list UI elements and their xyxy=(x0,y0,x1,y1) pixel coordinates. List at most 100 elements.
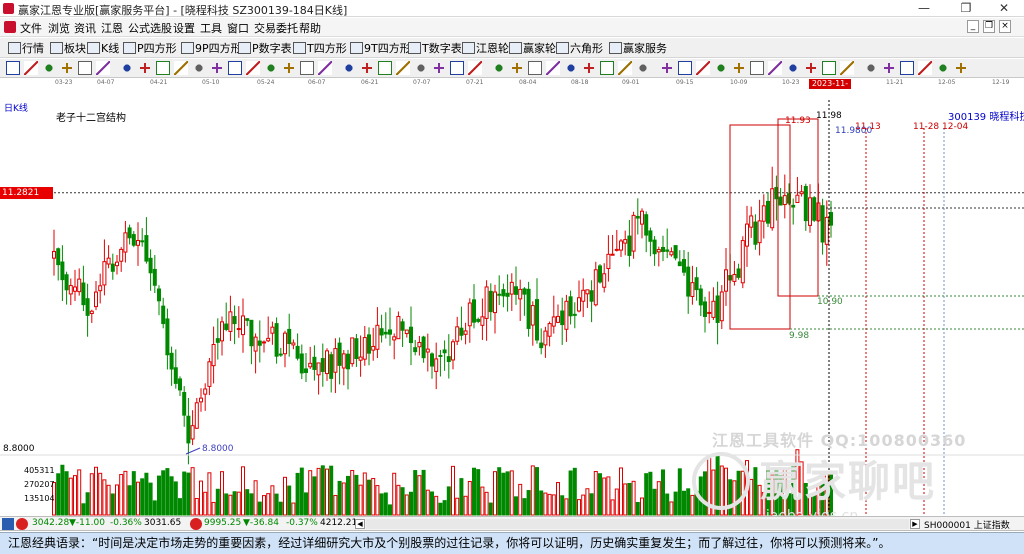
drawing-tool-icon[interactable] xyxy=(900,61,914,75)
drawing-tool-icon[interactable] xyxy=(342,61,356,75)
sh-index-pct: -0.36% xyxy=(110,518,142,528)
drawing-tool-icon[interactable] xyxy=(954,61,968,75)
maximize-button[interactable]: ❐ xyxy=(946,0,986,17)
volume-bar xyxy=(539,490,544,516)
period-tag[interactable]: 日K线 xyxy=(4,101,28,114)
drawing-tool-icon[interactable] xyxy=(174,61,188,75)
menu-item-1[interactable]: 浏览 xyxy=(48,20,70,36)
volume-bar xyxy=(682,490,686,516)
axis-low-label: 8.8000 xyxy=(3,444,35,454)
close-button[interactable]: ✕ xyxy=(984,0,1024,17)
drawing-tool-icon[interactable] xyxy=(882,61,896,75)
drawing-tool-icon[interactable] xyxy=(78,61,92,75)
toolbar-button-9[interactable]: 江恩轮 xyxy=(462,40,509,55)
menu-item-8[interactable]: 交易委托 xyxy=(254,20,298,36)
drawing-tool-icon[interactable] xyxy=(264,61,278,75)
drawing-tool-icon[interactable] xyxy=(228,61,242,75)
scroll-left-button[interactable]: ◀ xyxy=(355,519,365,529)
toolbar-button-4[interactable]: 9P四方形 xyxy=(181,40,242,55)
drawing-tool-icon[interactable] xyxy=(396,61,410,75)
toolbar-button-8[interactable]: T数字表 xyxy=(408,40,462,55)
drawing-tool-icon[interactable] xyxy=(636,61,650,75)
toolbar-button-12[interactable]: 赢家服务 xyxy=(609,40,667,55)
drawing-tool-icon[interactable] xyxy=(936,61,950,75)
drawing-tool-icon[interactable] xyxy=(468,61,482,75)
drawing-tool-icon[interactable] xyxy=(42,61,56,75)
candle-body xyxy=(152,268,157,286)
drawing-tool-icon[interactable] xyxy=(714,61,728,75)
horizontal-scrollbar[interactable] xyxy=(366,519,909,529)
drawing-tool-icon[interactable] xyxy=(768,61,782,75)
drawing-tool-icon[interactable] xyxy=(750,61,764,75)
drawing-tool-icon[interactable] xyxy=(582,61,596,75)
drawing-tool-icon[interactable] xyxy=(6,61,20,75)
drawing-tool-icon[interactable] xyxy=(786,61,800,75)
volume-bar xyxy=(257,501,262,516)
drawing-tool-icon[interactable] xyxy=(528,61,542,75)
drawing-tool-icon[interactable] xyxy=(510,61,524,75)
drawing-tool-icon[interactable] xyxy=(660,61,674,75)
drawing-tool-icon[interactable] xyxy=(864,61,878,75)
menu-item-0[interactable]: 文件 xyxy=(20,20,42,36)
menu-item-3[interactable]: 江恩 xyxy=(101,20,123,36)
drawing-tool-icon[interactable] xyxy=(822,61,836,75)
drawing-tool-icon[interactable] xyxy=(564,61,578,75)
toolbar-button-5[interactable]: P数字表 xyxy=(238,40,292,55)
menu-item-2[interactable]: 资讯 xyxy=(74,20,96,36)
drawing-tool-icon[interactable] xyxy=(360,61,374,75)
candle-body xyxy=(110,263,115,272)
drawing-tool-icon[interactable] xyxy=(696,61,710,75)
drawing-tool-icon[interactable] xyxy=(156,61,170,75)
drawing-tool-icon[interactable] xyxy=(492,61,506,75)
drawing-tool-icon[interactable] xyxy=(546,61,560,75)
drawing-tool-icon[interactable] xyxy=(432,61,446,75)
toolbar-button-7[interactable]: 9T四方形 xyxy=(350,40,411,55)
toolbar-button-0[interactable]: 行情 xyxy=(8,40,44,55)
dollar-icon xyxy=(609,42,622,54)
toolbar-button-1[interactable]: 板块 xyxy=(50,40,86,55)
index-selector[interactable]: SH000001 上证指数 xyxy=(924,518,1010,531)
menu-item-5[interactable]: 设置 xyxy=(173,20,195,36)
drawing-tool-icon[interactable] xyxy=(318,61,332,75)
scroll-right-button[interactable]: ▶ xyxy=(910,519,920,529)
toolbar-button-11[interactable]: 六角形 xyxy=(556,40,603,55)
drawing-tool-icon[interactable] xyxy=(678,61,692,75)
toolbar-button-label: K线 xyxy=(101,42,120,55)
toolbar-button-6[interactable]: T四方形 xyxy=(293,40,347,55)
drawing-tool-icon[interactable] xyxy=(192,61,206,75)
drawing-tool-icon[interactable] xyxy=(840,61,854,75)
volume-bar xyxy=(329,465,334,516)
mdi-minimize-button[interactable]: _ xyxy=(967,20,979,33)
minimize-button[interactable]: — xyxy=(904,0,944,17)
menu-item-4[interactable]: 公式选股 xyxy=(128,20,172,36)
drawing-tool-icon[interactable] xyxy=(414,61,428,75)
drawing-tool-icon[interactable] xyxy=(378,61,392,75)
drawing-tool-icon[interactable] xyxy=(618,61,632,75)
drawing-tool-icon[interactable] xyxy=(246,61,260,75)
drawing-tool-icon[interactable] xyxy=(24,61,38,75)
drawing-tool-icon[interactable] xyxy=(138,61,152,75)
drawing-tool-icon[interactable] xyxy=(300,61,314,75)
drawing-tool-icon[interactable] xyxy=(450,61,464,75)
drawing-tool-icon[interactable] xyxy=(804,61,818,75)
drawing-tool-icon[interactable] xyxy=(60,61,74,75)
toolbar-button-2[interactable]: K线 xyxy=(87,40,119,55)
drawing-tool-icon[interactable] xyxy=(600,61,614,75)
volume-bar xyxy=(627,482,632,516)
drawing-tool-icon[interactable] xyxy=(282,61,296,75)
menu-item-6[interactable]: 工具 xyxy=(200,20,222,36)
drawing-tool-icon[interactable] xyxy=(918,61,932,75)
drawing-tool-icon[interactable] xyxy=(210,61,224,75)
mdi-close-button[interactable]: × xyxy=(999,20,1011,33)
toolbar-button-3[interactable]: P四方形 xyxy=(123,40,177,55)
menu-item-7[interactable]: 窗口 xyxy=(227,20,249,36)
drawing-tool-icon[interactable] xyxy=(732,61,746,75)
drawing-tool-icon[interactable] xyxy=(96,61,110,75)
mdi-restore-button[interactable]: ❐ xyxy=(983,20,995,33)
candle-body xyxy=(589,290,594,302)
candle-body xyxy=(102,261,107,286)
candle-body xyxy=(635,215,640,219)
menu-item-9[interactable]: 帮助 xyxy=(299,20,321,36)
toolbar-button-10[interactable]: 赢家轮 xyxy=(509,40,556,55)
drawing-tool-icon[interactable] xyxy=(120,61,134,75)
